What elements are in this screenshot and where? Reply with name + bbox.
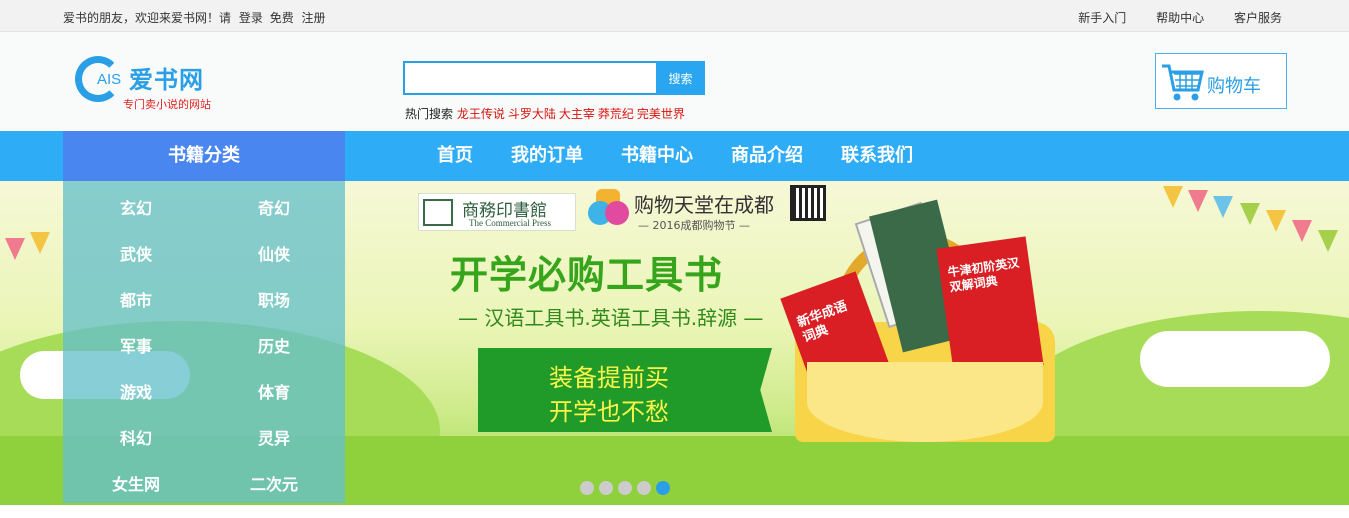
category-title[interactable]: 书籍分类 bbox=[63, 131, 345, 181]
shopping-cart-icon bbox=[1162, 64, 1204, 101]
category-panel: 玄幻 奇幻 武侠 仙侠 都市 职场 军事 历史 游戏 体育 科幻 灵异 女生网 … bbox=[63, 181, 345, 503]
pennant-icon bbox=[1318, 230, 1338, 252]
oxford-dictionary-book: 牛津初阶英汉双解词典 bbox=[936, 236, 1044, 378]
category-item[interactable]: 灵异 bbox=[214, 425, 334, 449]
top-bar: 爱书的朋友，欢迎来爱书网！请 登录 免费 注册 新手入门 帮助中心 客户服务 bbox=[0, 0, 1349, 32]
school-bag-illustration: 新华成语词典 牛津初阶英汉双解词典 bbox=[780, 199, 1065, 442]
search-button[interactable]: 搜索 bbox=[656, 61, 705, 95]
hot-search-label: 热门搜索 bbox=[405, 107, 454, 121]
category-item[interactable]: 体育 bbox=[214, 379, 334, 403]
book-title: 牛津初阶英汉双解词典 bbox=[946, 255, 1021, 295]
carousel-dots bbox=[580, 480, 675, 499]
category-item[interactable]: 游戏 bbox=[76, 379, 196, 403]
shopping-festival-logo: 购物天堂在成都 — 2016成都购物节 — bbox=[588, 187, 778, 233]
beginner-guide-link[interactable]: 新手入门 bbox=[1078, 11, 1126, 25]
cart-button[interactable]: 购物车 bbox=[1155, 53, 1287, 109]
banner-headline: 开学必购工具书 bbox=[450, 253, 724, 297]
hot-keyword[interactable]: 完美世界 bbox=[637, 107, 685, 121]
search-bar: 搜索 bbox=[403, 61, 705, 95]
login-link[interactable]: 登录 bbox=[239, 11, 263, 25]
publisher-seal-icon bbox=[423, 199, 453, 226]
category-item[interactable]: 科幻 bbox=[76, 425, 196, 449]
category-item[interactable]: 奇幻 bbox=[214, 195, 334, 219]
category-item[interactable]: 军事 bbox=[76, 333, 196, 357]
promo-ribbon: 装备提前买 开学也不愁 bbox=[478, 348, 772, 432]
category-item[interactable]: 仙侠 bbox=[214, 241, 334, 265]
search-input[interactable] bbox=[403, 61, 656, 95]
nav-product-intro[interactable]: 商品介绍 bbox=[731, 131, 803, 181]
pennant-icon bbox=[1240, 203, 1260, 225]
nav-book-center[interactable]: 书籍中心 bbox=[621, 131, 693, 181]
banner-subline: — 汉语工具书.英语工具书.辞源 — bbox=[458, 306, 764, 330]
promo-line-1: 装备提前买 bbox=[549, 364, 669, 392]
carousel-dot-active[interactable] bbox=[656, 481, 670, 495]
welcome-text: 爱书的朋友，欢迎来爱书网！请 bbox=[63, 11, 232, 25]
site-logo[interactable]: AIS 爱书网 专门卖小说的网站 bbox=[75, 54, 235, 114]
pennant-icon bbox=[30, 232, 50, 254]
category-item[interactable]: 二次元 bbox=[214, 471, 334, 495]
promo-line-2: 开学也不愁 bbox=[549, 398, 669, 426]
top-links: 新手入门 帮助中心 客户服务 bbox=[1052, 9, 1282, 26]
logo-prefix: AIS bbox=[97, 71, 122, 88]
welcome-area: 爱书的朋友，欢迎来爱书网！请 登录 免费 注册 bbox=[63, 9, 326, 26]
publisher-logo: 商務印書館 The Commercial Press bbox=[418, 193, 576, 231]
customer-service-link[interactable]: 客户服务 bbox=[1234, 11, 1282, 25]
register-link[interactable]: 注册 bbox=[302, 11, 326, 25]
help-center-link[interactable]: 帮助中心 bbox=[1156, 11, 1204, 25]
nav-links: 首页 我的订单 书籍中心 商品介绍 联系我们 bbox=[437, 131, 951, 181]
free-text: 免费 bbox=[269, 11, 294, 25]
category-item[interactable]: 都市 bbox=[76, 287, 196, 311]
nav-contact[interactable]: 联系我们 bbox=[841, 131, 913, 181]
category-item[interactable]: 武侠 bbox=[76, 241, 196, 265]
publisher-name-en: The Commercial Press bbox=[469, 218, 551, 228]
carousel-dot[interactable] bbox=[618, 481, 632, 495]
nav-home[interactable]: 首页 bbox=[437, 131, 473, 181]
category-item[interactable]: 玄幻 bbox=[76, 195, 196, 219]
carousel-dot[interactable] bbox=[580, 481, 594, 495]
carousel-dot[interactable] bbox=[599, 481, 613, 495]
circle-icon bbox=[605, 201, 629, 225]
event-subtitle: — 2016成都购物节 — bbox=[638, 219, 750, 232]
qr-code-icon bbox=[790, 185, 826, 221]
cart-label: 购物车 bbox=[1207, 76, 1261, 97]
carousel-dot[interactable] bbox=[637, 481, 651, 495]
logo-slogan: 专门卖小说的网站 bbox=[123, 98, 211, 111]
logo-name: 爱书网 bbox=[129, 66, 204, 94]
banner-cloud bbox=[1140, 331, 1330, 387]
pennant-icon bbox=[5, 238, 25, 260]
event-title: 购物天堂在成都 bbox=[634, 193, 774, 217]
pennant-icon bbox=[1266, 210, 1286, 232]
hot-keyword[interactable]: 大主宰 bbox=[559, 107, 595, 121]
hot-keyword[interactable]: 莽荒纪 bbox=[598, 107, 634, 121]
main-nav: 书籍分类 首页 我的订单 书籍中心 商品介绍 联系我们 bbox=[0, 131, 1349, 181]
hot-search: 热门搜索 龙王传说 斗罗大陆 大主宰 莽荒纪 完美世界 bbox=[405, 105, 688, 122]
pennant-icon bbox=[1188, 190, 1208, 212]
pennant-icon bbox=[1213, 196, 1233, 218]
pennant-icon bbox=[1292, 220, 1312, 242]
header: AIS 爱书网 专门卖小说的网站 搜索 热门搜索 龙王传说 斗罗大陆 大主宰 莽荒纪完… bbox=[0, 32, 1349, 131]
hot-keyword[interactable]: 龙王传说 bbox=[457, 107, 505, 121]
category-item[interactable]: 历史 bbox=[214, 333, 334, 357]
category-item[interactable]: 职场 bbox=[214, 287, 334, 311]
hot-keyword[interactable]: 斗罗大陆 bbox=[508, 107, 556, 121]
nav-my-orders[interactable]: 我的订单 bbox=[511, 131, 583, 181]
pennant-icon bbox=[1163, 186, 1183, 208]
category-item[interactable]: 女生网 bbox=[76, 471, 196, 495]
book-title: 新华成语词典 bbox=[795, 298, 850, 346]
bag-flap bbox=[807, 362, 1043, 442]
